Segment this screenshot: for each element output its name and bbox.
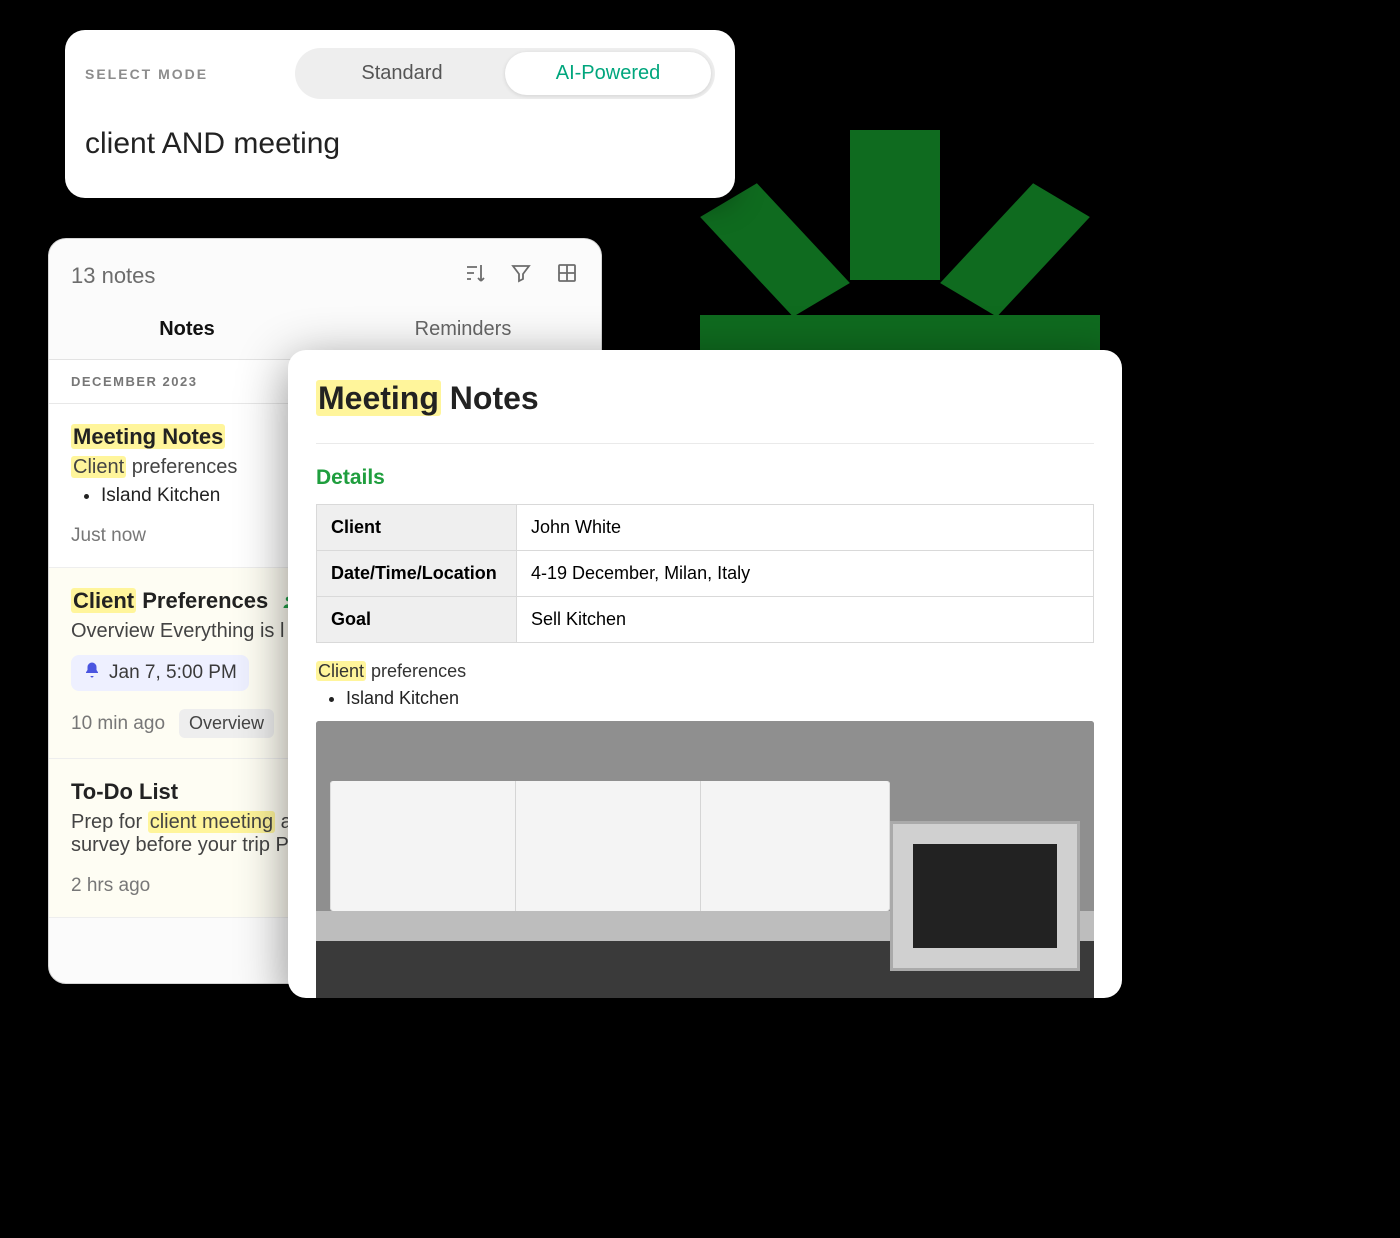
search-card: SELECT MODE Standard AI-Powered — [65, 30, 735, 198]
select-mode-label: SELECT MODE — [85, 66, 208, 82]
table-value: Sell Kitchen — [517, 597, 1094, 643]
prefs-line: Client preferences — [316, 661, 1094, 682]
details-table: Client John White Date/Time/Location 4-1… — [316, 504, 1094, 643]
note-detail-panel: Meeting Notes Details Client John White … — [288, 350, 1122, 998]
mode-standard[interactable]: Standard — [299, 52, 505, 95]
note-detail-title: Meeting Notes — [316, 380, 1094, 444]
sort-icon[interactable] — [463, 261, 487, 290]
notes-toolbar — [463, 261, 579, 290]
mode-ai-powered[interactable]: AI-Powered — [505, 52, 711, 95]
table-label: Goal — [317, 597, 517, 643]
table-value: 4-19 December, Milan, Italy — [517, 551, 1094, 597]
details-heading: Details — [316, 466, 1094, 490]
note-tag[interactable]: Overview — [179, 709, 274, 738]
view-grid-icon[interactable] — [555, 261, 579, 290]
table-label: Date/Time/Location — [317, 551, 517, 597]
filter-icon[interactable] — [509, 261, 533, 290]
notes-count: 13 notes — [71, 263, 155, 289]
tab-notes[interactable]: Notes — [49, 300, 325, 359]
reminder-time: Jan 7, 5:00 PM — [109, 662, 237, 684]
table-row: Client John White — [317, 505, 1094, 551]
reminder-chip[interactable]: Jan 7, 5:00 PM — [71, 655, 249, 691]
mode-toggle: Standard AI-Powered — [295, 48, 715, 99]
prefs-bullet: Island Kitchen — [346, 688, 1094, 709]
table-row: Goal Sell Kitchen — [317, 597, 1094, 643]
note-timestamp: 10 min ago — [71, 713, 165, 735]
table-row: Date/Time/Location 4-19 December, Milan,… — [317, 551, 1094, 597]
bell-icon — [83, 661, 101, 685]
table-value: John White — [517, 505, 1094, 551]
search-input[interactable] — [85, 127, 715, 161]
note-image — [316, 721, 1094, 998]
table-label: Client — [317, 505, 517, 551]
